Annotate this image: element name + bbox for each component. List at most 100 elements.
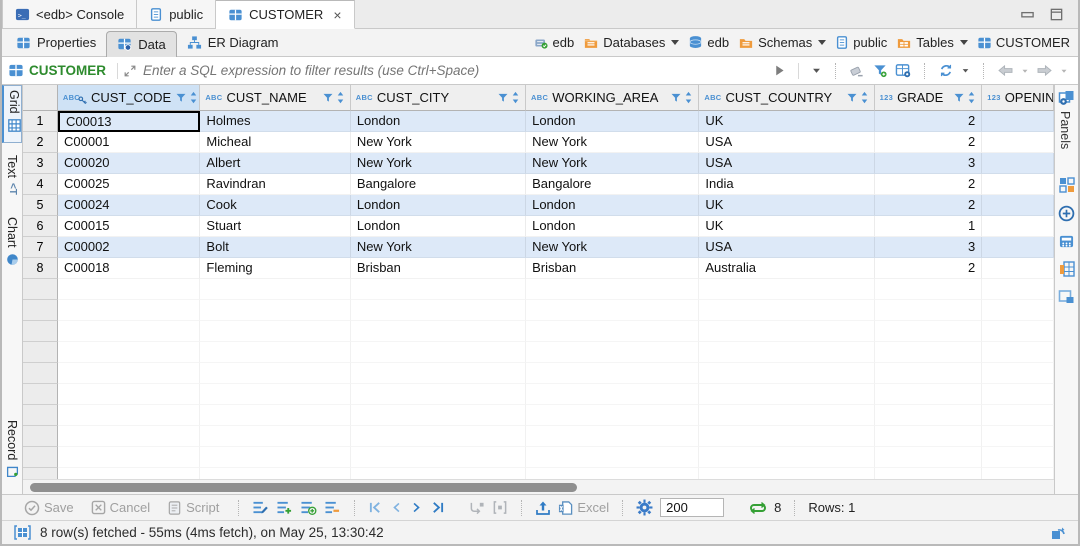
forward-icon[interactable]: [1036, 64, 1053, 77]
cell[interactable]: Brisban: [526, 258, 699, 279]
cell[interactable]: C00002: [58, 237, 200, 258]
refresh-icon[interactable]: [938, 63, 954, 78]
row-number[interactable]: 5: [23, 195, 58, 216]
row-number[interactable]: 8: [23, 258, 58, 279]
cell[interactable]: 1: [875, 216, 983, 237]
tab-properties[interactable]: Properties: [6, 29, 106, 56]
add-row-icon[interactable]: [276, 500, 293, 515]
first-row-icon[interactable]: [368, 501, 383, 514]
column-sort-icon[interactable]: [684, 91, 693, 104]
breadcrumb-connection[interactable]: edb: [534, 35, 575, 50]
cell[interactable]: C00025: [58, 174, 200, 195]
cell[interactable]: London: [526, 216, 699, 237]
tab-sql-console[interactable]: >_ <edb> Console: [2, 0, 137, 28]
cell[interactable]: London: [526, 111, 699, 132]
cell[interactable]: New York: [351, 153, 526, 174]
cell[interactable]: [982, 195, 1054, 216]
save-icon[interactable]: [24, 500, 40, 516]
restore-panel-icon[interactable]: [1050, 525, 1066, 541]
cell[interactable]: UK: [699, 195, 874, 216]
fetch-size-input[interactable]: [660, 498, 724, 517]
selected-cell[interactable]: C00013: [58, 111, 200, 132]
cell[interactable]: New York: [526, 132, 699, 153]
column-filter-icon[interactable]: [846, 92, 858, 104]
cell[interactable]: [982, 216, 1054, 237]
last-row-icon[interactable]: [430, 501, 445, 514]
aggregate-icon[interactable]: [1059, 261, 1075, 277]
cell[interactable]: India: [699, 174, 874, 195]
column-header-grade[interactable]: 123GRADE: [875, 85, 983, 111]
column-sort-icon[interactable]: [967, 91, 976, 104]
cell[interactable]: C00018: [58, 258, 200, 279]
back-icon[interactable]: [997, 64, 1014, 77]
fetch-next-page-icon[interactable]: [469, 500, 485, 515]
references-icon[interactable]: [1058, 289, 1075, 305]
cell[interactable]: [982, 153, 1054, 174]
duplicate-row-icon[interactable]: [300, 500, 317, 515]
filter-input[interactable]: [143, 63, 773, 78]
cell[interactable]: C00020: [58, 153, 200, 174]
cell[interactable]: Micheal: [200, 132, 350, 153]
cell[interactable]: 2: [875, 174, 983, 195]
column-sort-icon[interactable]: [860, 91, 869, 104]
excel-icon[interactable]: [558, 500, 573, 516]
data-grid[interactable]: ABCCUST_CODEABCCUST_NAMEABCCUST_CITYABCW…: [23, 85, 1054, 494]
expand-filter-icon[interactable]: [123, 64, 137, 78]
row-number[interactable]: 7: [23, 237, 58, 258]
cell[interactable]: Bangalore: [351, 174, 526, 195]
column-header-working_area[interactable]: ABCWORKING_AREA: [526, 85, 699, 111]
cell[interactable]: 2: [875, 111, 983, 132]
row-number[interactable]: 6: [23, 216, 58, 237]
value-viewer-icon[interactable]: [1058, 205, 1075, 222]
breadcrumb-table[interactable]: CUSTOMER: [977, 35, 1070, 50]
breadcrumb-database[interactable]: edb: [688, 35, 729, 50]
filter-history-dropdown-icon[interactable]: [811, 65, 822, 76]
close-icon[interactable]: ×: [333, 7, 341, 23]
cell[interactable]: USA: [699, 132, 874, 153]
cell[interactable]: Bolt: [200, 237, 350, 258]
column-header-cust_country[interactable]: ABCCUST_COUNTRY: [699, 85, 874, 111]
cell[interactable]: Australia: [699, 258, 874, 279]
cell[interactable]: USA: [699, 153, 874, 174]
auto-refresh-icon[interactable]: [749, 501, 767, 515]
horizontal-scrollbar[interactable]: [23, 479, 1054, 494]
cell[interactable]: Bangalore: [526, 174, 699, 195]
cell[interactable]: [982, 237, 1054, 258]
delete-row-icon[interactable]: [324, 500, 341, 515]
cell[interactable]: London: [351, 195, 526, 216]
tab-chart[interactable]: Chart: [2, 213, 22, 275]
tab-text[interactable]: Text <T: [2, 151, 22, 205]
cancel-button[interactable]: Cancel: [110, 500, 150, 515]
next-row-icon[interactable]: [410, 501, 423, 514]
cell[interactable]: 3: [875, 153, 983, 174]
tab-record[interactable]: Record: [2, 416, 22, 494]
panel-config-icon[interactable]: [1058, 90, 1075, 106]
cell[interactable]: USA: [699, 237, 874, 258]
settings-gear-icon[interactable]: [636, 499, 653, 516]
cell[interactable]: [982, 174, 1054, 195]
cell[interactable]: UK: [699, 216, 874, 237]
tab-grid[interactable]: Grid: [2, 85, 22, 143]
save-button[interactable]: Save: [44, 500, 74, 515]
cell[interactable]: 2: [875, 195, 983, 216]
script-icon[interactable]: [167, 500, 182, 516]
cell[interactable]: 2: [875, 258, 983, 279]
breadcrumb-schema[interactable]: public: [835, 35, 887, 50]
tab-data[interactable]: Data: [106, 31, 176, 57]
column-filter-icon[interactable]: [175, 92, 187, 104]
tab-public[interactable]: public: [137, 0, 216, 28]
column-filter-icon[interactable]: [953, 92, 965, 104]
erase-filter-icon[interactable]: [849, 63, 865, 78]
cell[interactable]: Stuart: [200, 216, 350, 237]
column-header-openin[interactable]: 123OPENIN: [982, 85, 1054, 111]
excel-button[interactable]: Excel: [577, 500, 609, 515]
cell[interactable]: 3: [875, 237, 983, 258]
script-button[interactable]: Script: [186, 500, 219, 515]
cell[interactable]: Ravindran: [200, 174, 350, 195]
cell[interactable]: C00015: [58, 216, 200, 237]
column-sort-icon[interactable]: [336, 91, 345, 104]
cell[interactable]: C00001: [58, 132, 200, 153]
breadcrumb-databases[interactable]: Databases: [583, 35, 679, 50]
previous-row-icon[interactable]: [390, 501, 403, 514]
column-header-cust_name[interactable]: ABCCUST_NAME: [200, 85, 350, 111]
